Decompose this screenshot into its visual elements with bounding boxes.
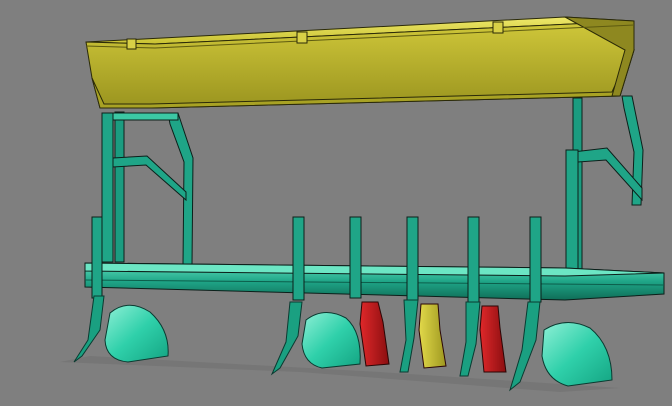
seed-hopper [85,16,635,109]
plow-bodies [73,295,613,392]
tool-frame-beam [84,262,665,301]
cad-viewport [0,0,672,406]
seeder-plow-model [60,16,665,392]
seed-shoes [359,301,507,373]
